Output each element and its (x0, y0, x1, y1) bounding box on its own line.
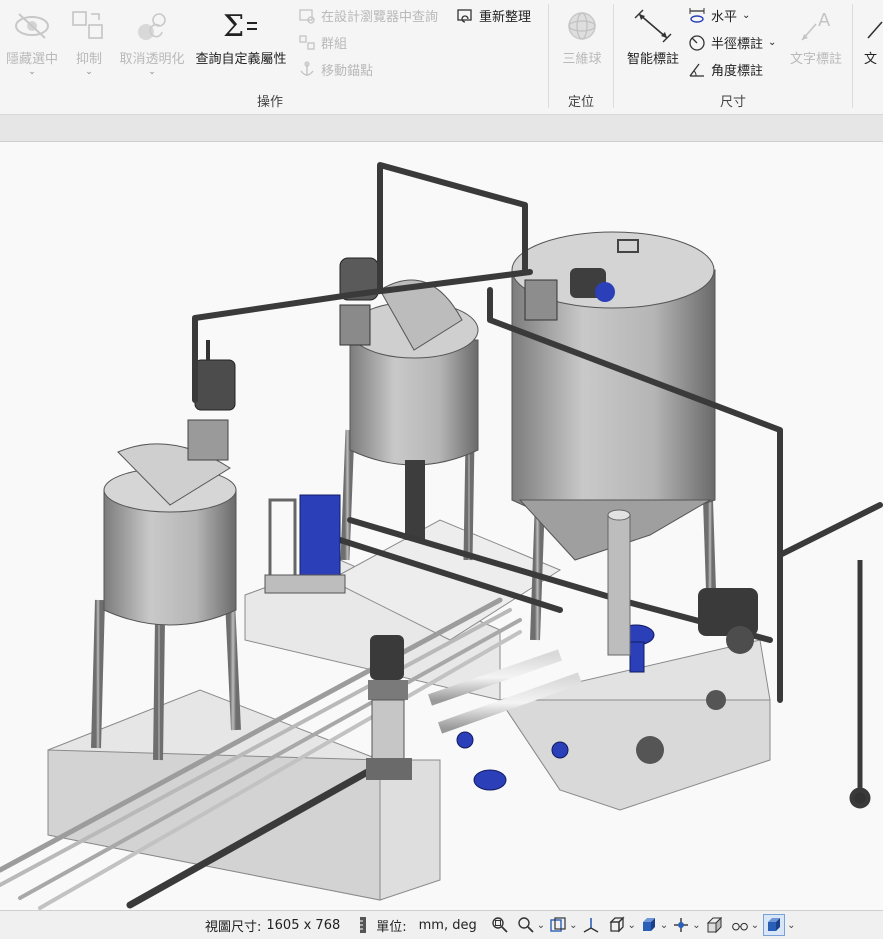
spheres-icon (132, 8, 172, 44)
hide-selected-button[interactable]: 隱藏選中 ⌄ (2, 8, 62, 77)
reorganize-label: 重新整理 (479, 10, 532, 25)
box-icon[interactable] (608, 916, 626, 934)
anchor-move-icon (298, 60, 316, 79)
move-anchor-button[interactable]: 移動錨點 (298, 60, 373, 79)
ruler-icon (354, 916, 372, 934)
status-bar: 視圖尺寸: 1605 x 768 單位: mm, deg ⌄ ⌄ ⌄ ⌄ ⌄ ⌄… (0, 910, 883, 939)
view-size: 視圖尺寸: 1605 x 768 (205, 916, 340, 935)
units-label: 單位: (376, 919, 407, 935)
ribbon-toolbar: 隱藏選中 ⌄ 抑制 ⌄ 取消透明化 ⌄ Σ 查詢自定義屬性 在設計瀏覽器中查詢 … (0, 0, 883, 115)
shaded-box-icon[interactable] (640, 916, 658, 934)
text-annotation-label: 文字標註 (789, 52, 842, 67)
browser-query-icon (298, 7, 316, 25)
units: 單位: mm, deg (354, 916, 477, 935)
query-in-browser-label: 在設計瀏覽器中查詢 (321, 10, 439, 25)
text-annotation-icon: A (796, 8, 836, 44)
plant-model-render (0, 162, 883, 910)
middle-mixing-tank (339, 257, 479, 561)
cut-off-label: 文 (864, 52, 878, 67)
refresh-icon (456, 7, 474, 25)
view-tools: ⌄ ⌄ ⌄ ⌄ ⌄ ⌄ ⌄ (491, 914, 800, 936)
reorganize-button[interactable]: 重新整理 (456, 6, 531, 25)
suppress-label: 抑制 (75, 52, 102, 67)
glasses-icon[interactable] (731, 916, 749, 934)
annotation-icon (864, 8, 883, 44)
separator (613, 4, 614, 108)
svg-text:A: A (818, 10, 831, 31)
radius-dim-icon (688, 34, 706, 52)
angle-dim-icon (688, 61, 706, 79)
chevron-down-icon[interactable]: ⌄ (768, 37, 776, 48)
plate-heat-exchanger (264, 494, 346, 594)
move-anchor-label: 移動錨點 (321, 64, 374, 79)
query-custom-property-button[interactable]: Σ 查詢自定義屬性 (192, 8, 290, 67)
group-label-position: 定位 (568, 95, 595, 110)
chevron-down-icon[interactable]: ⌄ (628, 920, 636, 931)
units-value: mm, deg (418, 917, 477, 933)
sigma-icon: Σ (221, 8, 261, 44)
render-mode-icon[interactable] (763, 914, 786, 936)
group-icon (298, 34, 316, 52)
chevron-down-icon[interactable]: ⌄ (787, 920, 795, 931)
angle-label: 角度標註 (711, 64, 764, 79)
smart-dimension-label: 智能標註 (626, 52, 679, 67)
3d-viewport[interactable] (0, 142, 883, 910)
suppress-button[interactable]: 抑制 ⌄ (66, 8, 112, 77)
radius-dimension-button[interactable]: 半徑標註 ⌄ (688, 33, 776, 52)
chevron-down-icon[interactable]: ⌄ (537, 920, 545, 931)
trackball-icon (562, 8, 602, 44)
group-label: 群組 (321, 37, 348, 52)
radius-label: 半徑標註 (711, 37, 764, 52)
ribbon-collapse-band (0, 115, 883, 142)
eye-hide-icon (13, 8, 51, 44)
walk-icon[interactable] (672, 916, 690, 934)
cut-off-button[interactable]: 文 (864, 8, 883, 67)
trolley-frame (849, 560, 871, 809)
chevron-down-icon: ⌄ (148, 67, 156, 77)
view-size-label: 視圖尺寸: (205, 919, 262, 935)
text-annotation-button[interactable]: A 文字標註 (786, 8, 846, 67)
svg-text:Σ: Σ (223, 9, 244, 44)
group-label-dimension: 尺寸 (720, 95, 747, 110)
chevron-down-icon[interactable]: ⌄ (742, 10, 750, 21)
horizontal-dim-icon (688, 7, 706, 25)
separator (852, 4, 853, 108)
trackball-button[interactable]: 三維球 (556, 8, 608, 67)
chevron-down-icon[interactable]: ⌄ (660, 920, 668, 931)
axis-icon[interactable] (582, 916, 600, 934)
group-button[interactable]: 群組 (298, 33, 347, 52)
smart-dimension-icon (633, 8, 673, 44)
cube-gear-icon[interactable] (705, 916, 723, 934)
view-orient-icon[interactable] (549, 916, 567, 934)
query-custom-property-label: 查詢自定義屬性 (195, 52, 287, 67)
angle-dimension-button[interactable]: 角度標註 (688, 60, 763, 79)
group-label-operation: 操作 (257, 95, 284, 110)
query-in-browser-button[interactable]: 在設計瀏覽器中查詢 (298, 6, 438, 25)
smart-dimension-button[interactable]: 智能標註 (622, 8, 684, 67)
cubes-icon (69, 8, 109, 44)
trackball-label: 三維球 (562, 52, 602, 67)
chevron-down-icon: ⌄ (28, 67, 36, 77)
horizontal-label: 水平 (711, 10, 738, 25)
chevron-down-icon[interactable]: ⌄ (569, 920, 577, 931)
chevron-down-icon: ⌄ (85, 67, 93, 77)
stand-pipe (607, 509, 631, 656)
chevron-down-icon[interactable]: ⌄ (751, 920, 759, 931)
cancel-transparent-button[interactable]: 取消透明化 ⌄ (116, 8, 188, 77)
hide-selected-label: 隱藏選中 (5, 52, 58, 67)
zoom-icon[interactable] (517, 916, 535, 934)
chevron-down-icon[interactable]: ⌄ (692, 920, 700, 931)
horizontal-dimension-button[interactable]: 水平 ⌄ (688, 6, 750, 25)
cancel-transparent-label: 取消透明化 (119, 52, 185, 67)
view-size-value: 1605 x 768 (266, 917, 341, 933)
separator (548, 4, 549, 108)
zoom-fit-icon[interactable] (491, 916, 509, 934)
